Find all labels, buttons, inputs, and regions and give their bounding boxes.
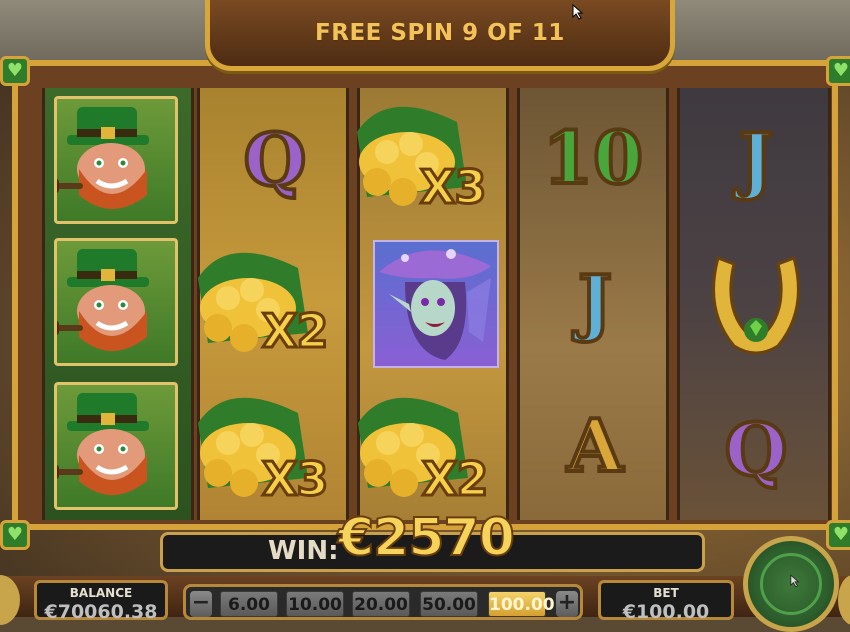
bet-decrease-button[interactable]: − <box>190 591 212 617</box>
symbol-q: Q <box>205 92 345 228</box>
win-label: WIN: <box>268 536 339 566</box>
bet-option[interactable]: 10.00 <box>286 591 344 617</box>
symbol-a: A <box>525 378 665 514</box>
leprechaun-symbol <box>47 382 178 510</box>
bet-option-selected[interactable]: 100.00 <box>488 591 555 617</box>
balance-box: BALANCE €70060.38 <box>34 580 168 623</box>
bet-box: BET €100.00 <box>598 580 734 623</box>
symbol-letter: Q <box>242 117 309 202</box>
bet-value: €100.00 <box>622 601 710 623</box>
heart-corner-icon: ♥ <box>826 520 850 550</box>
mouse-cursor-icon <box>572 4 584 20</box>
leprechaun-symbol <box>47 238 178 366</box>
balance-label: BALANCE <box>69 586 133 600</box>
multiplier-x3: X3 <box>418 159 488 216</box>
symbol-j: J <box>686 92 826 228</box>
symbol-10: 10 <box>523 90 663 226</box>
leprechaun-icon <box>47 393 149 495</box>
heart-corner-icon: ♥ <box>0 520 30 550</box>
fairy-icon <box>379 249 491 360</box>
multiplier-x3: X3 <box>260 451 330 508</box>
symbol-letter: A <box>565 403 625 488</box>
symbol-j: J <box>525 234 665 370</box>
free-spin-banner: FREE SPIN 9 OF 11 <box>205 0 675 71</box>
leprechaun-icon <box>47 107 149 209</box>
fairy-symbol <box>373 240 499 368</box>
multiplier-x2: X2 <box>420 451 490 508</box>
symbol-q: Q <box>686 382 826 518</box>
mouse-cursor-icon <box>790 574 800 588</box>
horseshoe-icon <box>712 256 800 355</box>
bet-option[interactable]: 6.00 <box>220 591 278 617</box>
leprechaun-symbol <box>47 96 178 224</box>
bet-label: BET <box>653 586 679 600</box>
heart-corner-icon: ♥ <box>826 56 850 86</box>
symbol-letter: J <box>737 117 775 202</box>
symbol-letter: J <box>576 259 614 344</box>
symbol-letter: Q <box>723 407 790 492</box>
free-spin-counter: FREE SPIN 9 OF 11 <box>315 20 565 46</box>
bet-option[interactable]: 20.00 <box>352 591 410 617</box>
bet-increase-button[interactable]: + <box>556 591 578 617</box>
leprechaun-icon <box>47 249 149 351</box>
bet-option[interactable]: 50.00 <box>420 591 478 617</box>
multiplier-x2: X2 <box>260 303 330 360</box>
heart-corner-icon: ♥ <box>0 56 30 86</box>
balance-value: €70060.38 <box>44 601 158 623</box>
symbol-letter: 10 <box>541 115 645 200</box>
win-amount: €2570 <box>337 507 516 569</box>
